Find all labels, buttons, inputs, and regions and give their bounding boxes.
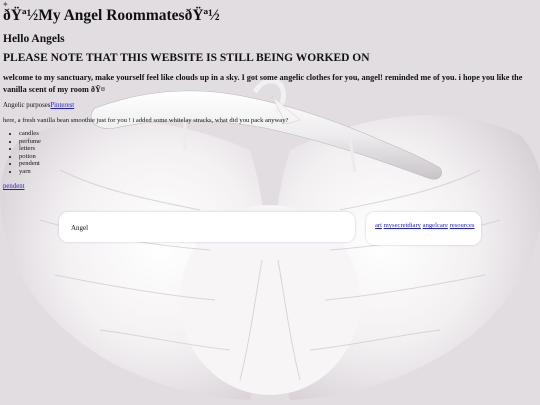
- side-panel: art mysecretdiary angelcare resources: [366, 212, 481, 245]
- packed-items-list: candles perfume letters potion pendent y…: [7, 130, 41, 176]
- list-item: candles: [19, 130, 41, 138]
- angelcare-link[interactable]: angelcare: [423, 222, 448, 229]
- smoothie-text: here, a fresh vanilla bean smoothie just…: [3, 117, 289, 124]
- greeting-heading: Hello Angels: [3, 33, 65, 45]
- sparkle-icon: ✦: [2, 0, 9, 9]
- mysecretdiary-link[interactable]: mysecretdiary: [384, 222, 421, 229]
- site-title: ðŸª½My Angel RoommatesðŸª½: [3, 7, 220, 24]
- list-item: pendent: [19, 160, 41, 168]
- pinterest-link[interactable]: Pinterest: [50, 102, 74, 109]
- angelic-purposes-label: Angelic purposes: [3, 102, 51, 109]
- list-item: perfume: [19, 138, 41, 146]
- pendent-link[interactable]: pendent: [3, 183, 25, 190]
- list-item: potion: [19, 153, 41, 161]
- list-item: yarn: [19, 168, 41, 176]
- art-link[interactable]: art: [375, 222, 382, 229]
- pendent-line: pendent: [3, 183, 25, 190]
- list-item: letters: [19, 145, 41, 153]
- resources-link[interactable]: resources: [450, 222, 475, 229]
- main-panel-text: Angel: [71, 224, 89, 232]
- construction-notice: PLEASE NOTE THAT THIS WEBSITE IS STILL B…: [3, 52, 370, 64]
- main-panel: Angel: [59, 212, 355, 242]
- welcome-text: welcome to my sanctuary, make yourself f…: [3, 73, 523, 94]
- side-nav-links: art mysecretdiary angelcare resources: [375, 222, 475, 230]
- angelic-purposes-line: Angelic purposesPinterest: [3, 102, 74, 109]
